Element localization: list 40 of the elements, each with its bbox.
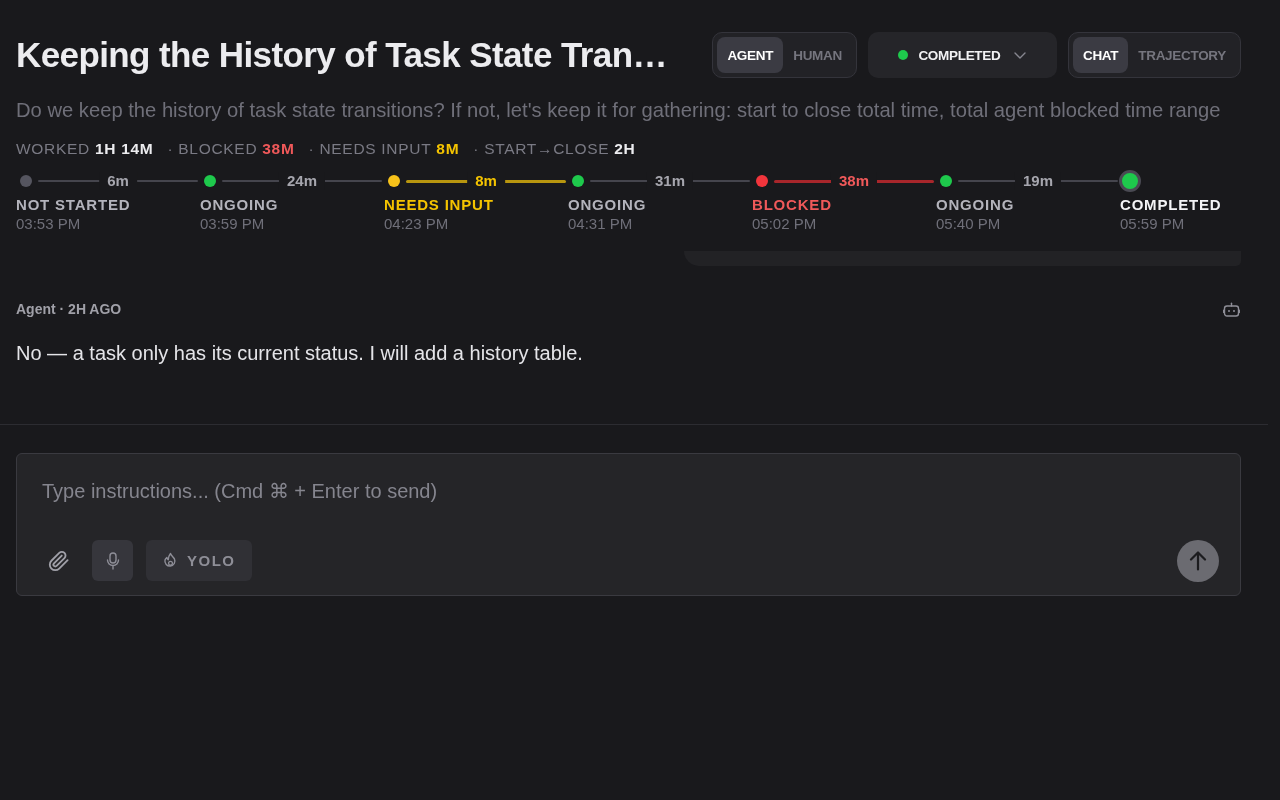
time-label: 05:40 PM	[936, 215, 1002, 233]
status-label: NEEDS INPUT	[384, 196, 495, 214]
microphone-icon	[105, 551, 120, 570]
task-title: Keeping the History of Task State Tran…	[16, 34, 667, 76]
message-meta: Agent · 2H AGO	[16, 300, 122, 318]
status-label: ONGOING	[568, 196, 648, 214]
message-text: No — a task only has its current status. I will add a history table.	[16, 341, 584, 366]
toggle-tab[interactable]: AGENT	[717, 37, 784, 73]
status-dropdown[interactable]: COMPLETED	[867, 32, 1057, 78]
status-label: BLOCKED	[752, 196, 833, 214]
time-label: 04:23 PM	[384, 215, 450, 233]
flame-icon	[162, 552, 179, 569]
toggle-tab[interactable]: TRAJECTORY	[1128, 37, 1236, 73]
time-label: 03:53 PM	[16, 215, 82, 233]
time-label: 03:59 PM	[200, 215, 266, 233]
robot-icon	[1223, 301, 1240, 317]
microphone-button[interactable]	[92, 540, 133, 581]
instruction-field[interactable]: Type instructions... (Cmd ⌘ + Enter to send)	[38, 478, 1219, 528]
arrow-up-icon	[1189, 550, 1207, 571]
task-description: Do we keep the history of task state transitions? If not, let's keep it for gathering: start to close total time, total agent blocked time range	[16, 98, 1222, 122]
composer-panel[interactable]: Type instructions... (Cmd ⌘ + Enter to send) YOLO	[16, 453, 1241, 596]
chevron-down-icon	[1014, 51, 1027, 59]
stat-value: 8M	[436, 140, 460, 158]
status-label: NOT STARTED	[16, 196, 132, 214]
toggle-tab[interactable]: CHAT	[1072, 37, 1129, 73]
stat-value: 2H	[614, 140, 636, 158]
status-label: ONGOING	[936, 196, 1016, 214]
stat-value: 1H 14M	[94, 140, 154, 158]
stat-label: WORKED	[16, 140, 90, 158]
toggle-tab[interactable]: HUMAN	[783, 37, 852, 73]
time-label: 05:02 PM	[752, 215, 818, 233]
send-button[interactable]	[1177, 539, 1219, 582]
time-label: 04:31 PM	[568, 215, 634, 233]
status-label: ONGOING	[200, 196, 280, 214]
stat-label: · BLOCKED	[167, 140, 258, 158]
stat-value: 38M	[262, 140, 295, 158]
yolo-button[interactable]: YOLO	[146, 540, 252, 581]
paperclip-icon	[47, 549, 70, 572]
stat-label: · NEEDS INPUT	[308, 140, 432, 158]
stat-label: · START→CLOSE	[473, 140, 610, 158]
